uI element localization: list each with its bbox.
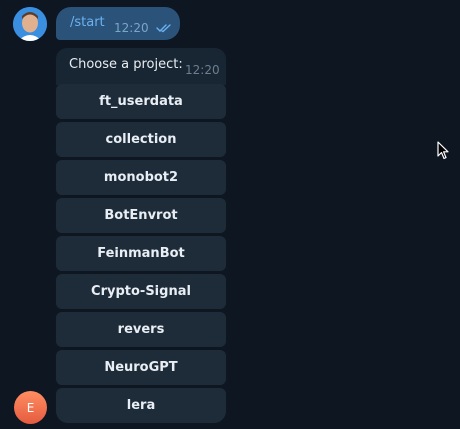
keyboard-button[interactable]: NeuroGPT: [56, 350, 226, 385]
start-command-link[interactable]: /start: [70, 15, 105, 30]
keyboard-button[interactable]: Crypto-Signal: [56, 274, 226, 309]
incoming-message-bubble: Choose a project: 12:20: [56, 48, 226, 85]
double-check-icon: [156, 24, 171, 33]
bot-avatar[interactable]: E: [14, 391, 47, 424]
outgoing-message-bubble: /start 12:20: [56, 7, 180, 40]
mouse-cursor-icon: [437, 141, 449, 160]
incoming-message-time: 12:20: [185, 63, 220, 77]
outgoing-message-time: 12:20: [114, 21, 149, 35]
bot-avatar-initial: E: [26, 400, 35, 415]
keyboard-button[interactable]: collection: [56, 122, 226, 157]
keyboard-button[interactable]: revers: [56, 312, 226, 347]
keyboard-button[interactable]: lera: [56, 388, 226, 423]
keyboard-button[interactable]: monobot2: [56, 160, 226, 195]
keyboard-button[interactable]: FeinmanBot: [56, 236, 226, 271]
user-avatar[interactable]: [13, 7, 47, 41]
incoming-message-text: Choose a project:: [69, 57, 183, 72]
keyboard-button[interactable]: BotEnvrot: [56, 198, 226, 233]
keyboard-button[interactable]: ft_userdata: [56, 84, 226, 119]
user-photo-icon: [13, 7, 47, 41]
